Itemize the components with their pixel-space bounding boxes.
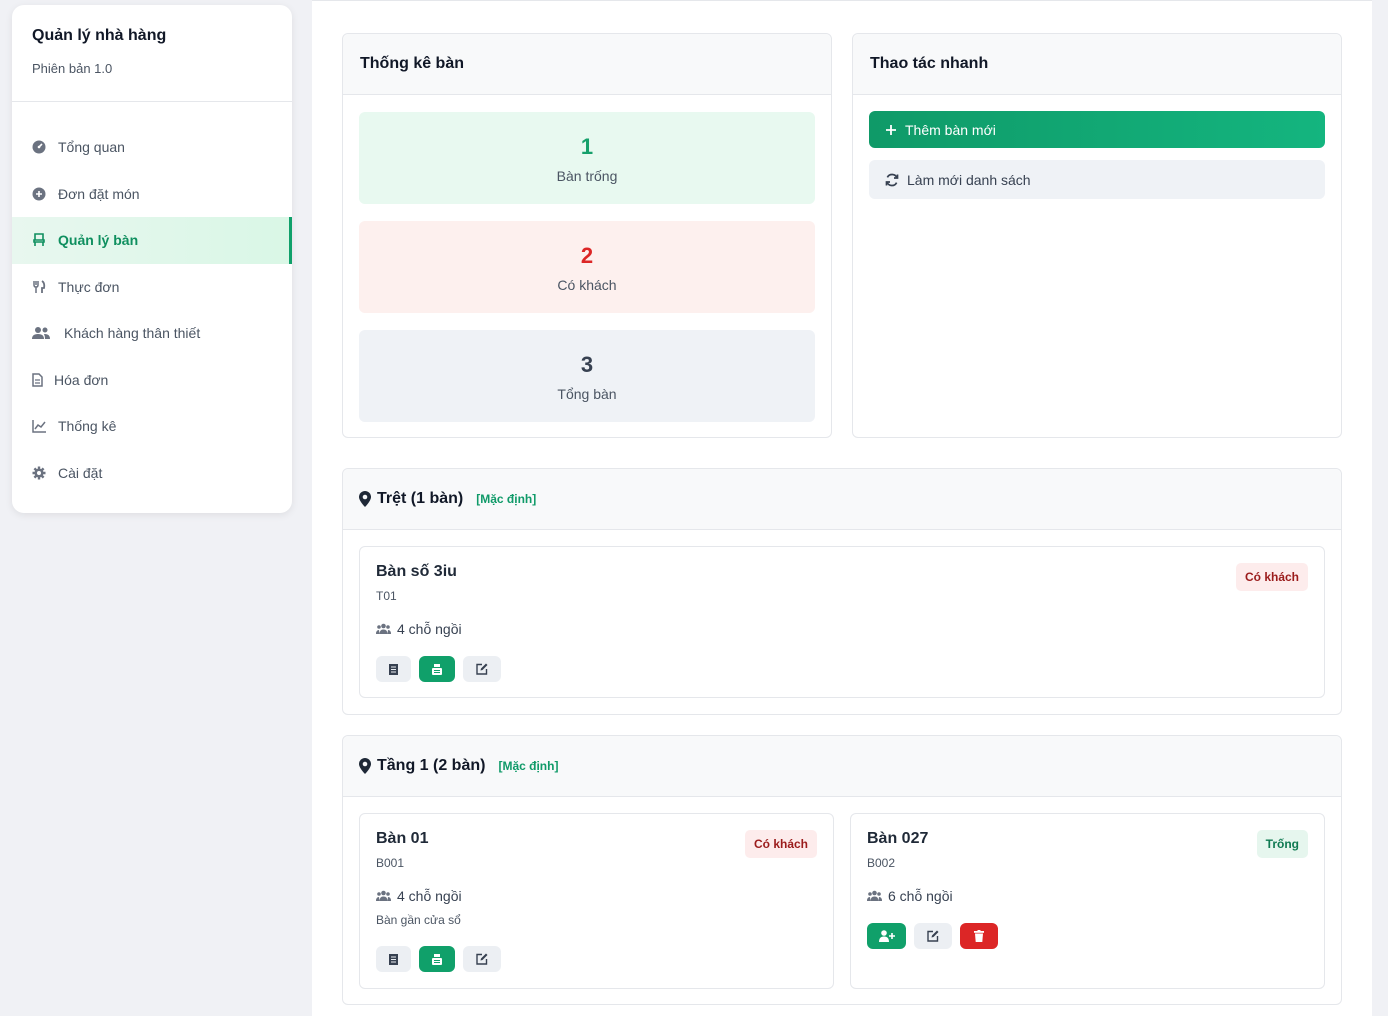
table-card[interactable]: Bàn 027 B002 Trống 6 chỗ ngồi	[850, 813, 1325, 989]
stat-total-label: Tổng bàn	[557, 386, 617, 402]
quick-actions-title: Thao tác nhanh	[853, 34, 1341, 95]
seat-customer-button[interactable]	[867, 923, 906, 949]
sidebar-item-statistics[interactable]: Thống kê	[12, 403, 292, 450]
receipt-icon	[389, 953, 398, 965]
table-note: Bàn gần cửa sổ	[376, 913, 461, 927]
table-card[interactable]: Bàn 01 B001 Có khách 4 chỗ ngồi Bàn gần …	[359, 813, 834, 989]
sidebar-item-settings[interactable]: Cài đặt	[12, 450, 292, 497]
view-order-button[interactable]	[376, 946, 411, 972]
table-seats: 4 chỗ ngồi	[376, 621, 462, 637]
brand: Quản lý nhà hàng Phiên bản 1.0	[12, 5, 292, 102]
chart-line-icon	[32, 418, 52, 434]
status-badge: Trống	[1256, 830, 1308, 858]
zone-default-tag: [Mặc định]	[476, 492, 537, 506]
main-content: Thống kê bàn 1 Bàn trống 2 Có khách 3 Tổ…	[312, 0, 1372, 1016]
stat-empty-value: 1	[580, 134, 594, 159]
app-version: Phiên bản 1.0	[32, 61, 113, 76]
table-name: Bàn 01	[376, 830, 429, 847]
app-title: Quản lý nhà hàng	[32, 27, 167, 44]
sidebar-item-label: Thực đơn	[58, 278, 120, 295]
refresh-icon	[885, 173, 899, 187]
table-stats-card: Thống kê bàn 1 Bàn trống 2 Có khách 3 Tổ…	[342, 33, 832, 438]
view-order-button[interactable]	[376, 656, 411, 682]
zone-header: Trệt (1 bàn) [Mặc định]	[343, 469, 1341, 530]
checkout-button[interactable]	[419, 946, 455, 972]
chair-icon	[32, 232, 52, 248]
edit-icon	[476, 953, 488, 965]
sidebar-item-label: Thống kê	[58, 418, 117, 435]
zone-name: Trệt (1 bàn)	[377, 490, 464, 507]
delete-table-button[interactable]	[960, 923, 998, 949]
status-badge: Có khách	[744, 830, 817, 858]
trash-icon	[974, 930, 984, 942]
stat-total-value: 3	[580, 352, 594, 377]
zone-name: Tầng 1 (2 bàn)	[377, 757, 486, 774]
user-plus-icon	[878, 930, 895, 942]
gear-icon	[32, 465, 52, 481]
stat-occupied-value: 2	[580, 243, 594, 268]
stat-occupied: 2 Có khách	[359, 221, 815, 313]
table-seats: 6 chỗ ngồi	[867, 888, 953, 904]
dashboard-icon	[32, 139, 52, 155]
edit-table-button[interactable]	[463, 946, 501, 972]
table-name: Bàn 027	[867, 830, 929, 847]
table-stats-title: Thống kê bàn	[343, 34, 831, 95]
invoice-icon	[32, 372, 48, 388]
sidebar-item-overview[interactable]: Tổng quan	[12, 124, 292, 171]
sidebar-item-label: Khách hàng thân thiết	[64, 325, 201, 342]
edit-icon	[927, 930, 939, 942]
zone-header: Tầng 1 (2 bàn) [Mặc định]	[343, 736, 1341, 797]
map-pin-icon	[359, 758, 371, 774]
table-code: B002	[867, 856, 896, 870]
stat-occupied-label: Có khách	[557, 277, 617, 293]
quick-actions-card: Thao tác nhanh Thêm bàn mới Làm mới danh…	[852, 33, 1342, 438]
sidebar-item-label: Cài đặt	[58, 464, 103, 481]
plus-circle-icon	[32, 186, 52, 202]
table-seats-label: 6 chỗ ngồi	[888, 888, 953, 904]
users-icon	[376, 623, 391, 635]
cash-register-icon	[431, 953, 443, 965]
zone-card: Trệt (1 bàn) [Mặc định] Bàn số 3iu T01 C…	[342, 468, 1342, 715]
status-badge: Có khách	[1235, 563, 1308, 591]
edit-icon	[476, 663, 488, 675]
add-table-label: Thêm bàn mới	[905, 121, 996, 138]
sidebar-item-tables[interactable]: Quản lý bàn	[12, 217, 292, 264]
refresh-list-button[interactable]: Làm mới danh sách	[869, 160, 1325, 199]
sidebar-item-label: Đơn đặt món	[58, 185, 140, 202]
users-icon	[867, 890, 882, 902]
sidebar: Quản lý nhà hàng Phiên bản 1.0 Tổng quan…	[12, 5, 292, 513]
sidebar-item-label: Quản lý bàn	[58, 232, 139, 249]
sidebar-item-label: Tổng quan	[58, 139, 125, 156]
sidebar-item-label: Hóa đơn	[54, 371, 109, 388]
receipt-icon	[389, 663, 398, 675]
stat-total: 3 Tổng bàn	[359, 330, 815, 422]
table-seats: 4 chỗ ngồi	[376, 888, 462, 904]
refresh-list-label: Làm mới danh sách	[907, 171, 1031, 188]
stat-empty-label: Bàn trống	[556, 168, 618, 184]
sidebar-nav: Tổng quan Đơn đặt món Quản lý bàn Thực đ…	[12, 102, 292, 496]
table-seats-label: 4 chỗ ngồi	[397, 621, 462, 637]
users-icon	[376, 890, 391, 902]
plus-icon	[885, 124, 897, 136]
edit-table-button[interactable]	[463, 656, 501, 682]
edit-table-button[interactable]	[914, 923, 952, 949]
sidebar-item-orders[interactable]: Đơn đặt món	[12, 171, 292, 218]
table-code: B001	[376, 856, 405, 870]
users-icon	[32, 325, 58, 341]
sidebar-item-invoices[interactable]: Hóa đơn	[12, 357, 292, 404]
table-card[interactable]: Bàn số 3iu T01 Có khách 4 chỗ ngồi	[359, 546, 1325, 698]
checkout-button[interactable]	[419, 656, 455, 682]
zone-default-tag: [Mặc định]	[498, 759, 559, 773]
utensils-icon	[32, 279, 52, 295]
add-table-button[interactable]: Thêm bàn mới	[869, 111, 1325, 148]
sidebar-item-customers[interactable]: Khách hàng thân thiết	[12, 310, 292, 357]
table-seats-label: 4 chỗ ngồi	[397, 888, 462, 904]
table-code: T01	[376, 589, 397, 603]
stat-empty: 1 Bàn trống	[359, 112, 815, 204]
cash-register-icon	[431, 663, 443, 675]
map-pin-icon	[359, 491, 371, 507]
table-name: Bàn số 3iu	[376, 563, 457, 580]
zone-card: Tầng 1 (2 bàn) [Mặc định] Bàn 01 B001 Có…	[342, 735, 1342, 1005]
sidebar-item-menu[interactable]: Thực đơn	[12, 264, 292, 311]
